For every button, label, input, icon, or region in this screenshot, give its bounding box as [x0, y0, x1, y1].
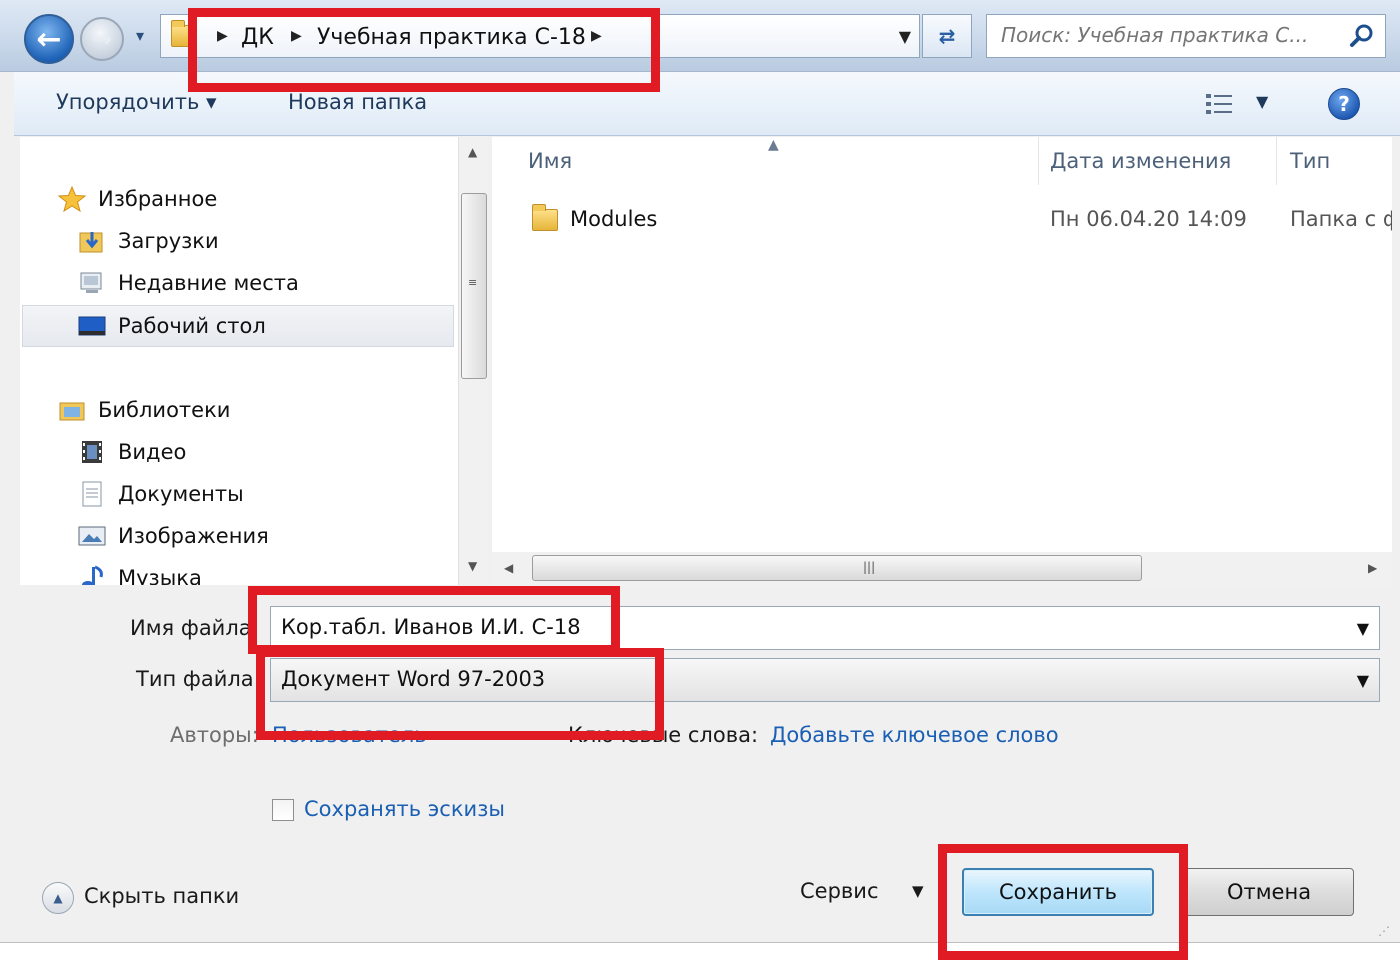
help-icon[interactable]: ?: [1328, 88, 1360, 120]
nav-item-recent[interactable]: Недавние места: [78, 263, 299, 303]
save-thumbnails-label[interactable]: Сохранять эскизы: [304, 797, 505, 821]
save-thumbnails-checkbox[interactable]: [272, 799, 294, 821]
tags-label: Ключевые слова:: [568, 723, 759, 747]
column-divider[interactable]: [1276, 137, 1277, 185]
nav-label-downloads: Загрузки: [118, 229, 219, 253]
address-dropdown-icon[interactable]: ▼: [899, 27, 911, 46]
documents-icon: [78, 481, 106, 507]
address-bar-strip: ← → ▾ ▶ ДК ▶ Учебная практика С-18 ▶ ▼ ⇄: [0, 0, 1400, 72]
nav-label-libraries: Библиотеки: [98, 398, 231, 422]
file-list-horizontal-scrollbar[interactable]: ◀ ||| ▶: [492, 552, 1392, 586]
cancel-button[interactable]: Отмена: [1184, 868, 1354, 916]
column-header-type[interactable]: Тип: [1290, 149, 1330, 173]
refresh-button[interactable]: ⇄: [922, 14, 972, 58]
scroll-left-icon[interactable]: ◀: [504, 561, 513, 575]
nav-item-video[interactable]: Видео: [78, 432, 186, 472]
nav-item-favorites[interactable]: Избранное: [57, 179, 218, 219]
filetype-value: Документ Word 97-2003: [281, 667, 546, 691]
filename-field[interactable]: ▼: [270, 606, 1380, 650]
file-date: Пн 06.04.20 14:09: [1050, 207, 1247, 231]
search-box[interactable]: [986, 14, 1386, 58]
new-folder-button[interactable]: Новая папка: [288, 90, 427, 114]
nav-item-libraries[interactable]: Библиотеки: [58, 390, 230, 430]
search-icon[interactable]: [1349, 23, 1375, 49]
navigation-scroll-thumb[interactable]: ≡: [461, 193, 487, 379]
filename-input[interactable]: [281, 615, 1281, 639]
nav-label-documents: Документы: [118, 482, 244, 506]
arrow-left-icon: ←: [36, 21, 62, 57]
filename-dropdown-icon[interactable]: ▼: [1357, 619, 1369, 638]
nav-label-images: Изображения: [118, 524, 269, 548]
chevron-up-icon[interactable]: ▲: [42, 882, 74, 914]
column-header-name[interactable]: Имя: [528, 149, 572, 173]
folder-icon: [532, 204, 558, 231]
nav-item-images[interactable]: Изображения: [78, 516, 269, 556]
back-button[interactable]: ←: [24, 14, 74, 64]
nav-item-music[interactable]: Музыка: [78, 558, 202, 585]
filetype-select[interactable]: Документ Word 97-2003 ▼: [270, 658, 1380, 702]
filename-label: Имя файла:: [130, 616, 259, 640]
view-details-icon[interactable]: [1204, 92, 1234, 116]
arrow-right-icon: →: [91, 25, 113, 53]
nav-label-desktop: Рабочий стол: [118, 314, 266, 338]
filetype-label: Тип файла:: [136, 667, 261, 691]
nav-label-music: Музыка: [118, 566, 202, 585]
address-field[interactable]: ▶ ДК ▶ Учебная практика С-18 ▶ ▼: [160, 14, 920, 58]
breadcrumb-separator-icon[interactable]: ▶: [291, 28, 302, 44]
file-list: ▲ Имя Дата изменения Тип Modules Пн 06.0…: [492, 137, 1392, 552]
recent-places-icon: [78, 270, 106, 296]
file-type: Папка с ф: [1290, 207, 1392, 231]
navigation-scrollbar[interactable]: ▲ ≡ ▼: [458, 137, 488, 585]
navigation-pane: Избранное Загрузки Недавние места Рабочи…: [20, 137, 460, 585]
scroll-down-icon[interactable]: ▼: [468, 559, 477, 573]
tools-button[interactable]: Сервис: [800, 879, 878, 903]
history-dropdown-icon[interactable]: ▾: [136, 26, 144, 45]
libraries-icon: [58, 397, 86, 423]
star-icon: [57, 185, 87, 213]
scroll-right-icon[interactable]: ▶: [1368, 561, 1377, 575]
nav-item-downloads[interactable]: Загрузки: [78, 221, 219, 261]
tools-dropdown-icon[interactable]: ▼: [912, 882, 924, 900]
column-divider[interactable]: [1038, 137, 1039, 185]
music-icon: [78, 565, 106, 585]
folder-icon: [171, 20, 197, 47]
authors-link[interactable]: Пользователь: [272, 723, 427, 747]
status-strip: [0, 942, 1400, 969]
save-form-panel: Имя файла: ▼ Тип файла: Документ Word 97…: [14, 586, 1400, 942]
scroll-up-icon[interactable]: ▲: [468, 145, 477, 159]
horizontal-scroll-thumb[interactable]: |||: [532, 555, 1142, 581]
nav-label-favorites: Избранное: [98, 187, 218, 211]
video-icon: [78, 439, 106, 465]
desktop-icon: [78, 313, 106, 339]
organize-button[interactable]: Упорядочить ▾: [56, 90, 217, 114]
command-toolbar: Упорядочить ▾ Новая папка ▼ ?: [14, 72, 1400, 136]
add-tag-link[interactable]: Добавьте ключевое слово: [770, 723, 1059, 747]
column-header-date[interactable]: Дата изменения: [1050, 149, 1231, 173]
authors-label: Авторы:: [170, 723, 259, 747]
forward-button[interactable]: →: [80, 17, 124, 61]
resize-grip-icon[interactable]: ⋰: [1378, 924, 1390, 938]
downloads-folder-icon: [78, 228, 106, 254]
images-icon: [78, 523, 106, 549]
filetype-dropdown-icon[interactable]: ▼: [1357, 671, 1369, 690]
breadcrumb-dk[interactable]: ДК: [241, 25, 274, 50]
breadcrumb-separator-icon[interactable]: ▶: [591, 28, 602, 44]
nav-item-desktop[interactable]: Рабочий стол: [78, 306, 266, 346]
sort-ascending-icon: ▲: [768, 137, 779, 153]
save-button[interactable]: Сохранить: [962, 868, 1154, 916]
view-dropdown-icon[interactable]: ▼: [1256, 92, 1268, 111]
nav-label-video: Видео: [118, 440, 187, 464]
nav-label-recent: Недавние места: [118, 271, 299, 295]
nav-item-documents[interactable]: Документы: [78, 474, 244, 514]
file-name[interactable]: Modules: [570, 207, 657, 231]
refresh-icon: ⇄: [938, 24, 956, 48]
breadcrumb-practice[interactable]: Учебная практика С-18: [317, 25, 586, 50]
search-input[interactable]: [1001, 23, 1341, 47]
breadcrumb-separator-icon[interactable]: ▶: [217, 28, 228, 44]
hide-folders-button[interactable]: Скрыть папки: [84, 884, 239, 908]
